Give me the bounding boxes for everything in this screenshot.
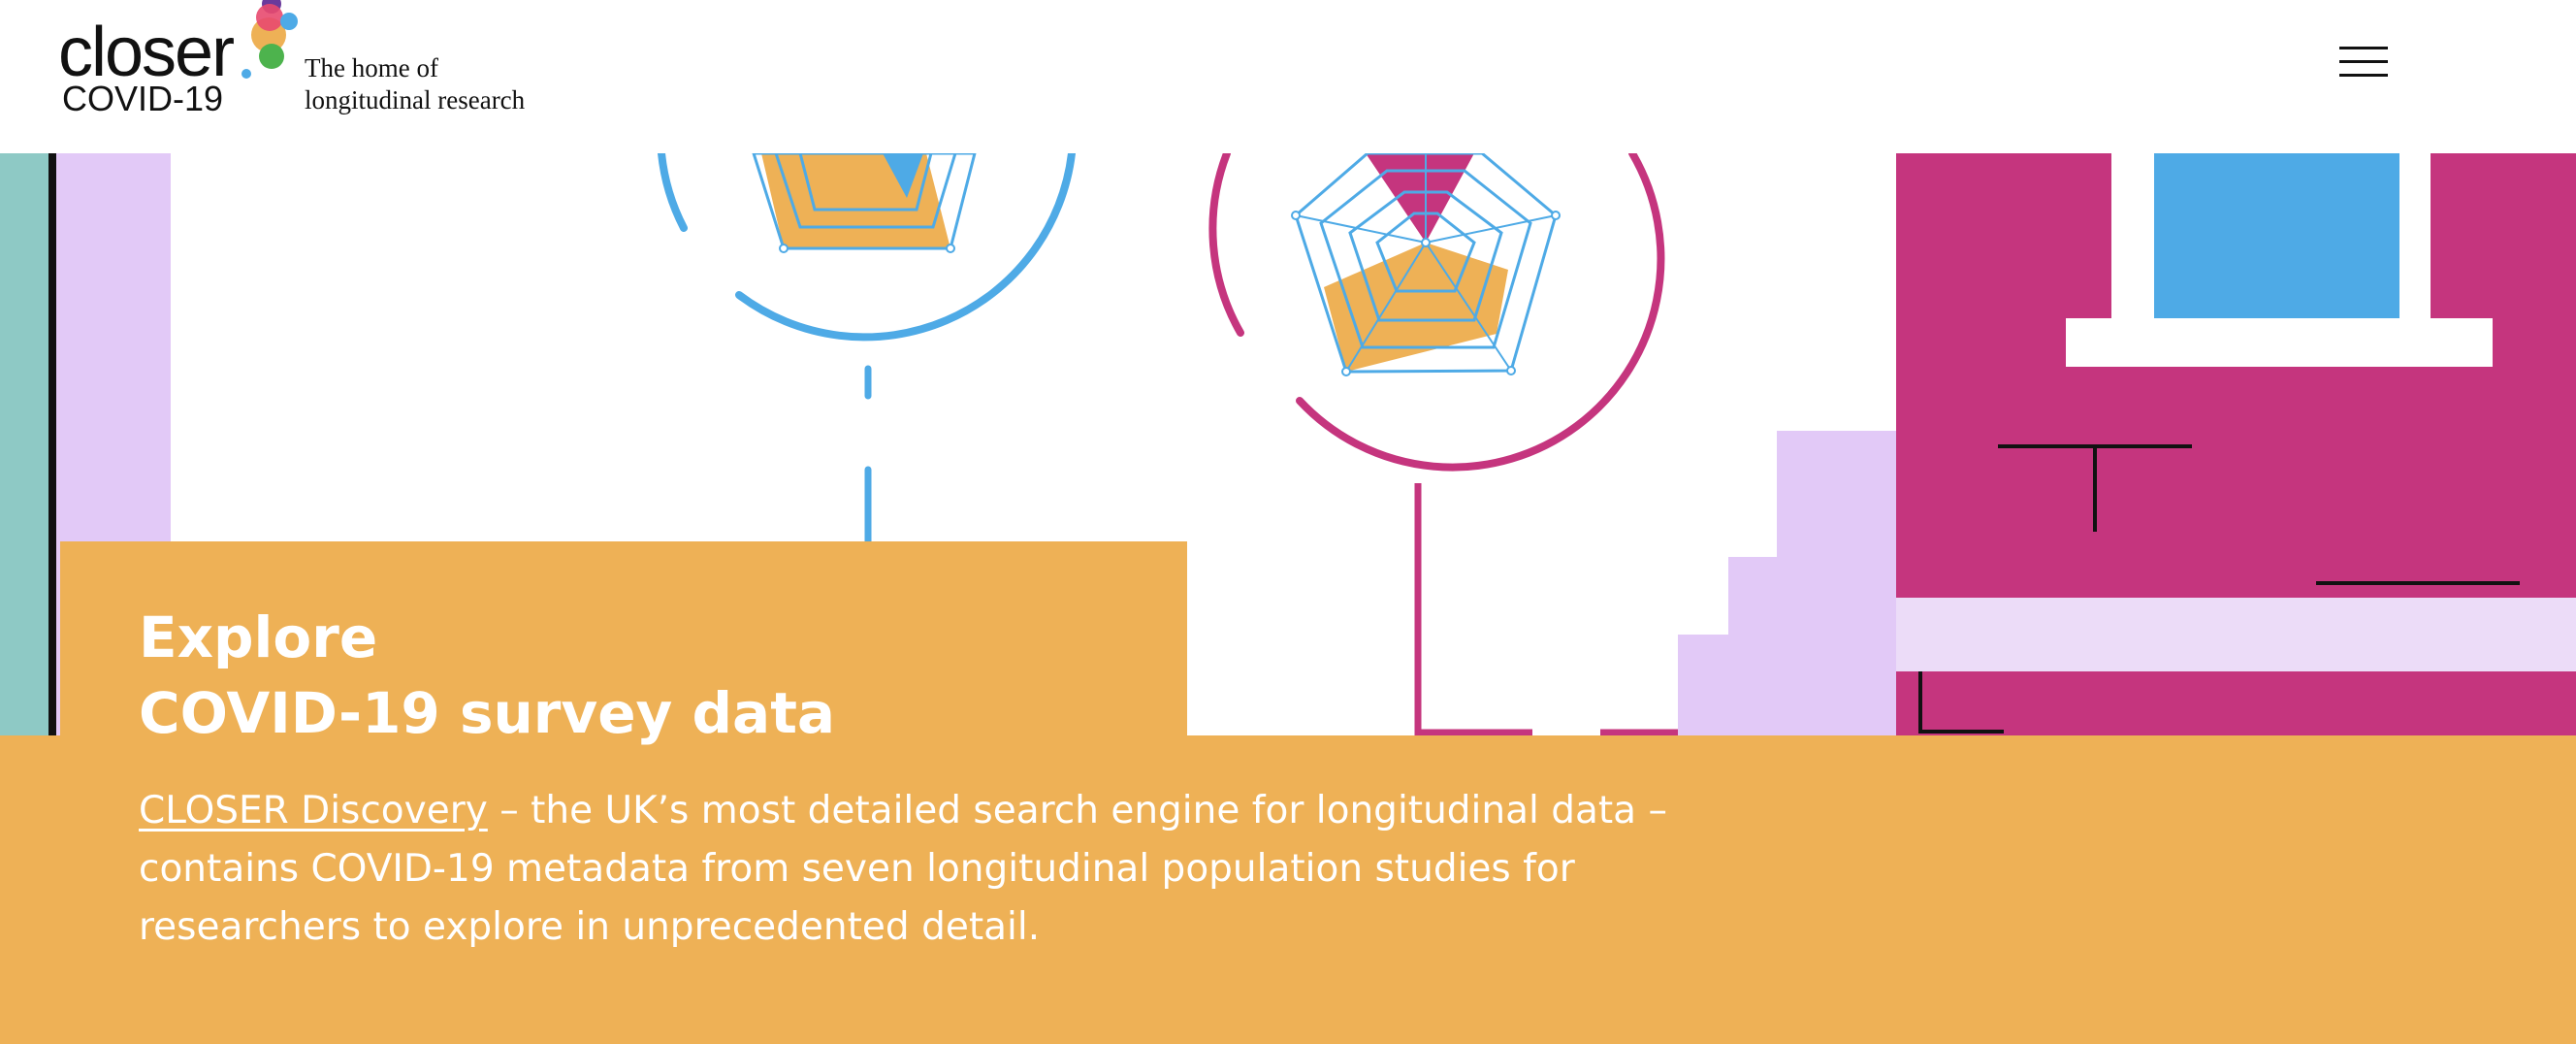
menu-bar-middle [2339, 60, 2388, 63]
logo-dots-icon [242, 0, 298, 79]
logo-subtitle: COVID-19 [62, 79, 224, 118]
hero-title: Explore COVID-19 survey data [139, 600, 835, 751]
hero-title-line-1: Explore [139, 604, 378, 670]
site-tagline: The home of longitudinal research [305, 52, 525, 116]
hero-description: CLOSER Discovery – the UK’s most detaile… [139, 782, 1768, 957]
tagline-line-2: longitudinal research [305, 85, 526, 114]
tagline-line-1: The home of [305, 53, 438, 82]
menu-bar-top [2339, 47, 2388, 49]
site-header: closer COVID-19 The home of longitudinal… [0, 0, 2576, 153]
hero-title-line-2: COVID-19 survey data [139, 680, 836, 746]
menu-bar-bottom [2339, 74, 2388, 77]
closer-discovery-link[interactable]: CLOSER Discovery [139, 789, 488, 832]
hamburger-menu-button[interactable] [2339, 43, 2390, 82]
